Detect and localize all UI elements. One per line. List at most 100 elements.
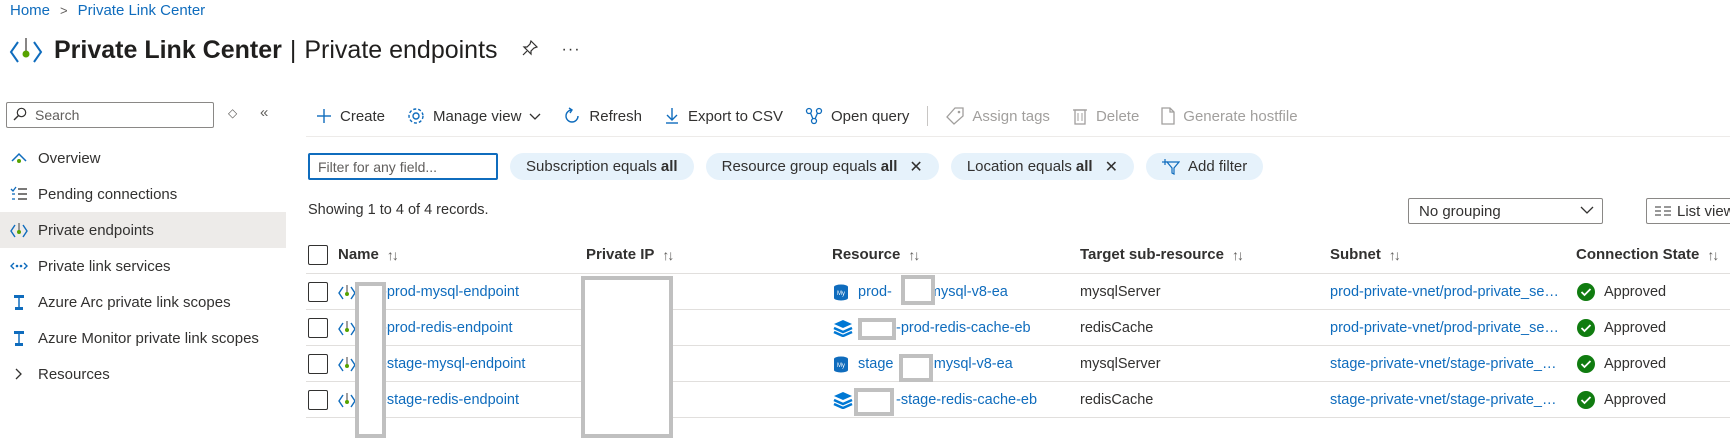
column-header-target[interactable]: Target sub-resource ↑↓ [1080, 246, 1320, 263]
redaction-box-resource-3 [899, 354, 933, 382]
filter-input[interactable] [308, 153, 498, 180]
page-header: Private Link Center | Private endpoints … [8, 30, 581, 70]
close-icon[interactable]: ✕ [1105, 157, 1118, 177]
sidebar-search[interactable] [6, 102, 214, 128]
table-row: -prod-redis-endpoint -prod-redis-cache-e… [306, 310, 1730, 346]
state-label: Approved [1604, 319, 1667, 336]
generate-hostfile-label: Generate hostfile [1183, 107, 1298, 125]
more-options-icon[interactable]: ··· [562, 41, 581, 59]
resource-cell: My prod- -mysql-v8-ea [832, 283, 1072, 301]
refresh-button[interactable]: Refresh [563, 100, 642, 132]
sidebar-item-label: Overview [38, 149, 101, 167]
add-filter-button[interactable]: Add filter [1146, 153, 1264, 180]
filter-value: all [1075, 158, 1093, 175]
list-view-toggle[interactable]: List view [1646, 198, 1730, 224]
filter-label: Resource group equals [721, 158, 877, 175]
state-label: Approved [1604, 283, 1667, 300]
table-header: Name ↑↓ Private IP ↑↓ Resource ↑↓ Target su… [306, 236, 1730, 274]
breadcrumb-private-link-center[interactable]: Private Link Center [78, 2, 206, 19]
subnet-link[interactable]: stage-private-vnet/stage-private_s... [1330, 392, 1560, 408]
subnet-link[interactable]: prod-private-vnet/prod-private_ser... [1330, 284, 1560, 300]
sidebar-item-overview[interactable]: Overview [0, 140, 286, 176]
create-button[interactable]: Create [316, 100, 385, 132]
row-checkbox[interactable] [308, 281, 328, 302]
manage-view-label: Manage view [433, 107, 522, 125]
row-checkbox[interactable] [308, 389, 328, 410]
resource-link[interactable]: -stage-redis-cache-eb [896, 392, 1037, 408]
grouping-dropdown[interactable]: No grouping [1408, 198, 1603, 224]
sidebar-search-input[interactable] [33, 106, 203, 124]
sidebar-item-resources[interactable]: Resources [0, 356, 286, 392]
target-cell: redisCache [1080, 391, 1154, 408]
target-cell: redisCache [1080, 319, 1154, 336]
export-csv-button[interactable]: Export to CSV [664, 100, 783, 132]
svg-text:My: My [837, 363, 845, 369]
sidebar-item-azure-arc-scopes[interactable]: Azure Arc private link scopes [0, 284, 286, 320]
resource-link[interactable]: stage c-mysql-v8-ea [858, 356, 1013, 372]
filter-value: all [660, 158, 678, 175]
endpoint-name-link[interactable]: -stage-mysql-endpoint [382, 356, 525, 372]
expand-collapse-icon[interactable]: ◇ [228, 106, 237, 120]
redis-icon [832, 391, 854, 409]
overview-icon [10, 149, 28, 167]
generate-hostfile-button[interactable]: Generate hostfile [1161, 100, 1298, 132]
private-endpoint-icon [10, 221, 28, 239]
subnet-link[interactable]: stage-private-vnet/stage-private_s... [1330, 356, 1560, 372]
sort-icon: ↑↓ [1388, 246, 1401, 263]
trash-icon [1072, 107, 1088, 125]
open-query-button[interactable]: Open query [805, 100, 909, 132]
sort-icon: ↑↓ [1707, 246, 1719, 263]
command-bar: Create Manage view Refresh Export to CSV [316, 100, 1320, 132]
location-filter-pill[interactable]: Location equals all ✕ [950, 153, 1134, 180]
resource-group-filter-pill[interactable]: Resource group equals all ✕ [705, 153, 939, 180]
row-checkbox[interactable] [308, 353, 328, 374]
private-endpoint-icon [338, 391, 356, 409]
delete-button[interactable]: Delete [1072, 100, 1139, 132]
column-label: Resource [832, 246, 901, 263]
state-cell: Approved [1576, 318, 1730, 338]
sort-icon: ↑↓ [386, 246, 399, 263]
breadcrumb: Home > Private Link Center [10, 2, 205, 19]
sort-icon: ↑↓ [908, 246, 920, 263]
column-header-connection-state[interactable]: Connection State ↑↓ [1576, 246, 1730, 263]
column-header-name[interactable]: Name ↑↓ [338, 246, 578, 263]
sidebar-item-pending-connections[interactable]: Pending connections [0, 176, 286, 212]
file-icon [1161, 107, 1175, 125]
private-endpoint-icon [338, 355, 356, 373]
endpoint-name-link[interactable]: -stage-redis-endpoint [382, 392, 519, 408]
sidebar-item-private-link-services[interactable]: Private link services [0, 248, 286, 284]
chevron-down-icon [1580, 203, 1594, 218]
pin-icon[interactable] [522, 39, 538, 61]
subnet-cell: stage-private-vnet/stage-private_s... [1330, 392, 1560, 408]
sidebar-item-azure-monitor-scopes[interactable]: Azure Monitor private link scopes [0, 320, 286, 356]
endpoint-name-link[interactable]: -prod-mysql-endpoint [382, 284, 519, 300]
list-view-label: List view [1677, 202, 1730, 220]
subscription-filter-pill[interactable]: Subscription equals all [510, 153, 694, 180]
assign-tags-button[interactable]: Assign tags [946, 100, 1050, 132]
svg-text:My: My [837, 291, 845, 297]
export-csv-label: Export to CSV [687, 107, 783, 125]
breadcrumb-chevron-icon: > [60, 3, 68, 18]
manage-view-button[interactable]: Manage view [407, 100, 541, 132]
arc-scope-icon [10, 293, 28, 311]
collapse-sidebar-icon[interactable]: « [260, 104, 268, 121]
row-checkbox[interactable] [308, 317, 328, 338]
subnet-link[interactable]: prod-private-vnet/prod-private_ser... [1330, 320, 1560, 336]
select-all-checkbox[interactable] [308, 244, 328, 265]
resource-link[interactable]: -prod-redis-cache-eb [896, 320, 1031, 336]
sidebar-item-private-endpoints[interactable]: Private endpoints [0, 212, 286, 248]
column-header-resource[interactable]: Resource ↑↓ [832, 246, 1072, 263]
subnet-cell: prod-private-vnet/prod-private_ser... [1330, 284, 1560, 300]
subnet-cell: stage-private-vnet/stage-private_s... [1330, 356, 1560, 372]
download-icon [664, 107, 680, 125]
redaction-box-private-ip [581, 276, 673, 438]
column-header-private-ip[interactable]: Private IP ↑↓ [586, 246, 826, 263]
endpoint-name-link[interactable]: -prod-redis-endpoint [382, 320, 513, 336]
target-cell: mysqlServer [1080, 283, 1161, 300]
column-header-subnet[interactable]: Subnet ↑↓ [1330, 246, 1560, 263]
breadcrumb-home[interactable]: Home [10, 2, 50, 19]
private-link-center-icon [8, 32, 44, 68]
private-endpoint-icon [338, 283, 356, 301]
sort-icon: ↑↓ [1231, 246, 1244, 263]
close-icon[interactable]: ✕ [909, 157, 922, 177]
